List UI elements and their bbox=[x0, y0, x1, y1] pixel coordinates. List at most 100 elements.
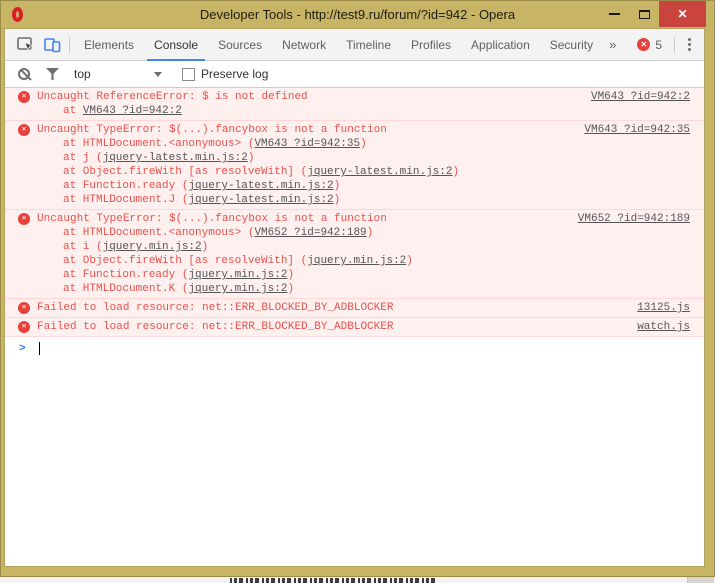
stack-frame-text: at HTMLDocument.<anonymous> ( bbox=[63, 138, 254, 150]
maximize-button[interactable] bbox=[629, 1, 659, 27]
stack-frame-link[interactable]: jquery.min.js:2 bbox=[103, 241, 202, 253]
close-button[interactable]: ✕ bbox=[659, 1, 706, 27]
stack-frame-text: at Object.fireWith [as resolveWith] ( bbox=[63, 166, 307, 178]
stack-frame: at HTMLDocument.<anonymous> (VM643 ?id=9… bbox=[37, 137, 584, 151]
stack-frame-link[interactable]: jquery-latest.min.js:2 bbox=[188, 180, 333, 192]
error-message-block: Uncaught ReferenceError: $ is not define… bbox=[37, 90, 591, 118]
stack-frame-text: at j ( bbox=[63, 152, 103, 164]
stack-frame: at HTMLDocument.K (jquery.min.js:2) bbox=[37, 282, 578, 296]
stack-frame-text: at Object.fireWith [as resolveWith] ( bbox=[63, 255, 307, 267]
minimize-button[interactable] bbox=[599, 1, 629, 27]
execution-context-value: top bbox=[74, 67, 91, 81]
execution-context-selector[interactable]: top bbox=[74, 67, 162, 81]
source-location-link[interactable]: watch.js bbox=[637, 320, 690, 334]
error-message-text: Uncaught ReferenceError: $ is not define… bbox=[37, 90, 591, 104]
maximize-icon bbox=[639, 10, 650, 19]
stack-frame-text: ) bbox=[334, 194, 341, 206]
error-icon: ✕ bbox=[18, 213, 30, 225]
stack-frame: at Function.ready (jquery-latest.min.js:… bbox=[37, 179, 584, 193]
inspect-element-icon bbox=[17, 37, 35, 53]
source-location-link[interactable]: VM643 ?id=942:2 bbox=[591, 90, 690, 104]
chevron-down-icon bbox=[154, 72, 162, 77]
console-error-count[interactable]: 5 bbox=[655, 38, 662, 52]
stack-frame-link[interactable]: VM643 ?id=942:2 bbox=[83, 105, 182, 117]
source-location-link[interactable]: VM643 ?id=942:35 bbox=[584, 123, 690, 137]
error-message-text: Failed to load resource: net::ERR_BLOCKE… bbox=[37, 301, 637, 315]
stack-frame-link[interactable]: VM652 ?id=942:189 bbox=[254, 227, 366, 239]
devtools-window: Developer Tools - http://test9.ru/forum/… bbox=[0, 0, 715, 577]
stack-frame-text: at Function.ready ( bbox=[63, 269, 188, 281]
error-message-text: Uncaught TypeError: $(...).fancybox is n… bbox=[37, 123, 584, 137]
stack-frame-text: ) bbox=[202, 241, 209, 253]
stack-frame-link[interactable]: jquery.min.js:2 bbox=[188, 283, 287, 295]
source-location-link[interactable]: 13125.js bbox=[637, 301, 690, 315]
stack-frame-link[interactable]: jquery.min.js:2 bbox=[307, 255, 406, 267]
panel-tabs: ElementsConsoleSourcesNetworkTimelinePro… bbox=[74, 29, 603, 60]
stack-frame-text: ) bbox=[406, 255, 413, 267]
stack-frame-link[interactable]: jquery-latest.min.js:2 bbox=[188, 194, 333, 206]
error-icon: ✕ bbox=[18, 321, 30, 333]
console-messages-area: ✕ Uncaught ReferenceError: $ is not defi… bbox=[5, 88, 704, 566]
stack-frame-text: ) bbox=[248, 152, 255, 164]
error-badge-icon: ✕ bbox=[637, 38, 650, 51]
tab-sources[interactable]: Sources bbox=[211, 29, 269, 60]
stack-frame-text: ) bbox=[367, 227, 374, 239]
stack-frame-text: at i ( bbox=[63, 241, 103, 253]
stack-frame: at i (jquery.min.js:2) bbox=[37, 240, 578, 254]
preserve-log-label: Preserve log bbox=[201, 67, 268, 81]
stack-frame-text: at HTMLDocument.<anonymous> ( bbox=[63, 227, 254, 239]
stack-frame: at HTMLDocument.J (jquery-latest.min.js:… bbox=[37, 193, 584, 207]
inspect-element-button[interactable] bbox=[13, 29, 39, 60]
console-prompt[interactable]: > bbox=[5, 337, 704, 360]
tab-elements[interactable]: Elements bbox=[77, 29, 141, 60]
prompt-chevron-icon: > bbox=[19, 343, 26, 355]
separator bbox=[69, 37, 70, 53]
background-page-strip bbox=[0, 576, 715, 583]
console-error-row: ✕ Failed to load resource: net::ERR_BLOC… bbox=[5, 318, 704, 337]
tab-network[interactable]: Network bbox=[275, 29, 333, 60]
stack-frame-link[interactable]: jquery.min.js:2 bbox=[188, 269, 287, 281]
devtools-tabbar: ElementsConsoleSourcesNetworkTimelinePro… bbox=[5, 29, 704, 61]
tabs-overflow-chevron[interactable]: » bbox=[603, 29, 622, 60]
stack-frame-text: ) bbox=[452, 166, 459, 178]
console-error-row: ✕ Uncaught TypeError: $(...).fancybox is… bbox=[5, 121, 704, 210]
stack-frame: at j (jquery-latest.min.js:2) bbox=[37, 151, 584, 165]
devtools-menu-button[interactable] bbox=[679, 38, 700, 51]
stack-frame-link[interactable]: jquery-latest.min.js:2 bbox=[103, 152, 248, 164]
stack-frame-link[interactable]: jquery-latest.min.js:2 bbox=[307, 166, 452, 178]
stack-frame-text: at HTMLDocument.J ( bbox=[63, 194, 188, 206]
stack-frame-text: ) bbox=[360, 138, 367, 150]
preserve-log-checkbox[interactable] bbox=[182, 68, 195, 81]
stack-frame-text: at bbox=[63, 105, 83, 117]
stack-frame-text: ) bbox=[334, 180, 341, 192]
device-toolbar-icon bbox=[44, 37, 61, 53]
separator bbox=[674, 37, 675, 53]
error-message-block: Uncaught TypeError: $(...).fancybox is n… bbox=[37, 212, 578, 296]
tab-console[interactable]: Console bbox=[147, 29, 205, 60]
device-toolbar-button[interactable] bbox=[39, 29, 65, 60]
console-error-row: ✕ Uncaught TypeError: $(...).fancybox is… bbox=[5, 210, 704, 299]
tab-profiles[interactable]: Profiles bbox=[404, 29, 458, 60]
console-message-list: ✕ Uncaught ReferenceError: $ is not defi… bbox=[5, 88, 704, 337]
console-toolbar: top Preserve log bbox=[5, 61, 704, 88]
stack-frame: at Function.ready (jquery.min.js:2) bbox=[37, 268, 578, 282]
text-caret bbox=[39, 342, 40, 355]
stack-frame-link[interactable]: VM643 ?id=942:35 bbox=[254, 138, 360, 150]
error-message-block: Failed to load resource: net::ERR_BLOCKE… bbox=[37, 301, 637, 315]
error-message-block: Failed to load resource: net::ERR_BLOCKE… bbox=[37, 320, 637, 334]
error-icon: ✕ bbox=[18, 124, 30, 136]
tabbar-right-group: ✕ 5 bbox=[637, 29, 704, 60]
stack-frame-text: at HTMLDocument.K ( bbox=[63, 283, 188, 295]
stack-frame: at Object.fireWith [as resolveWith] (jqu… bbox=[37, 254, 578, 268]
tab-application[interactable]: Application bbox=[464, 29, 537, 60]
filter-button[interactable] bbox=[46, 68, 59, 80]
close-icon: ✕ bbox=[677, 7, 687, 21]
window-title: Developer Tools - http://test9.ru/forum/… bbox=[200, 7, 515, 22]
stack-frame: at HTMLDocument.<anonymous> (VM652 ?id=9… bbox=[37, 226, 578, 240]
tab-timeline[interactable]: Timeline bbox=[339, 29, 398, 60]
preserve-log-group: Preserve log bbox=[182, 67, 268, 81]
clear-console-button[interactable] bbox=[18, 68, 30, 80]
stack-frame-text: at Function.ready ( bbox=[63, 180, 188, 192]
tab-security[interactable]: Security bbox=[543, 29, 600, 60]
source-location-link[interactable]: VM652 ?id=942:189 bbox=[578, 212, 690, 226]
